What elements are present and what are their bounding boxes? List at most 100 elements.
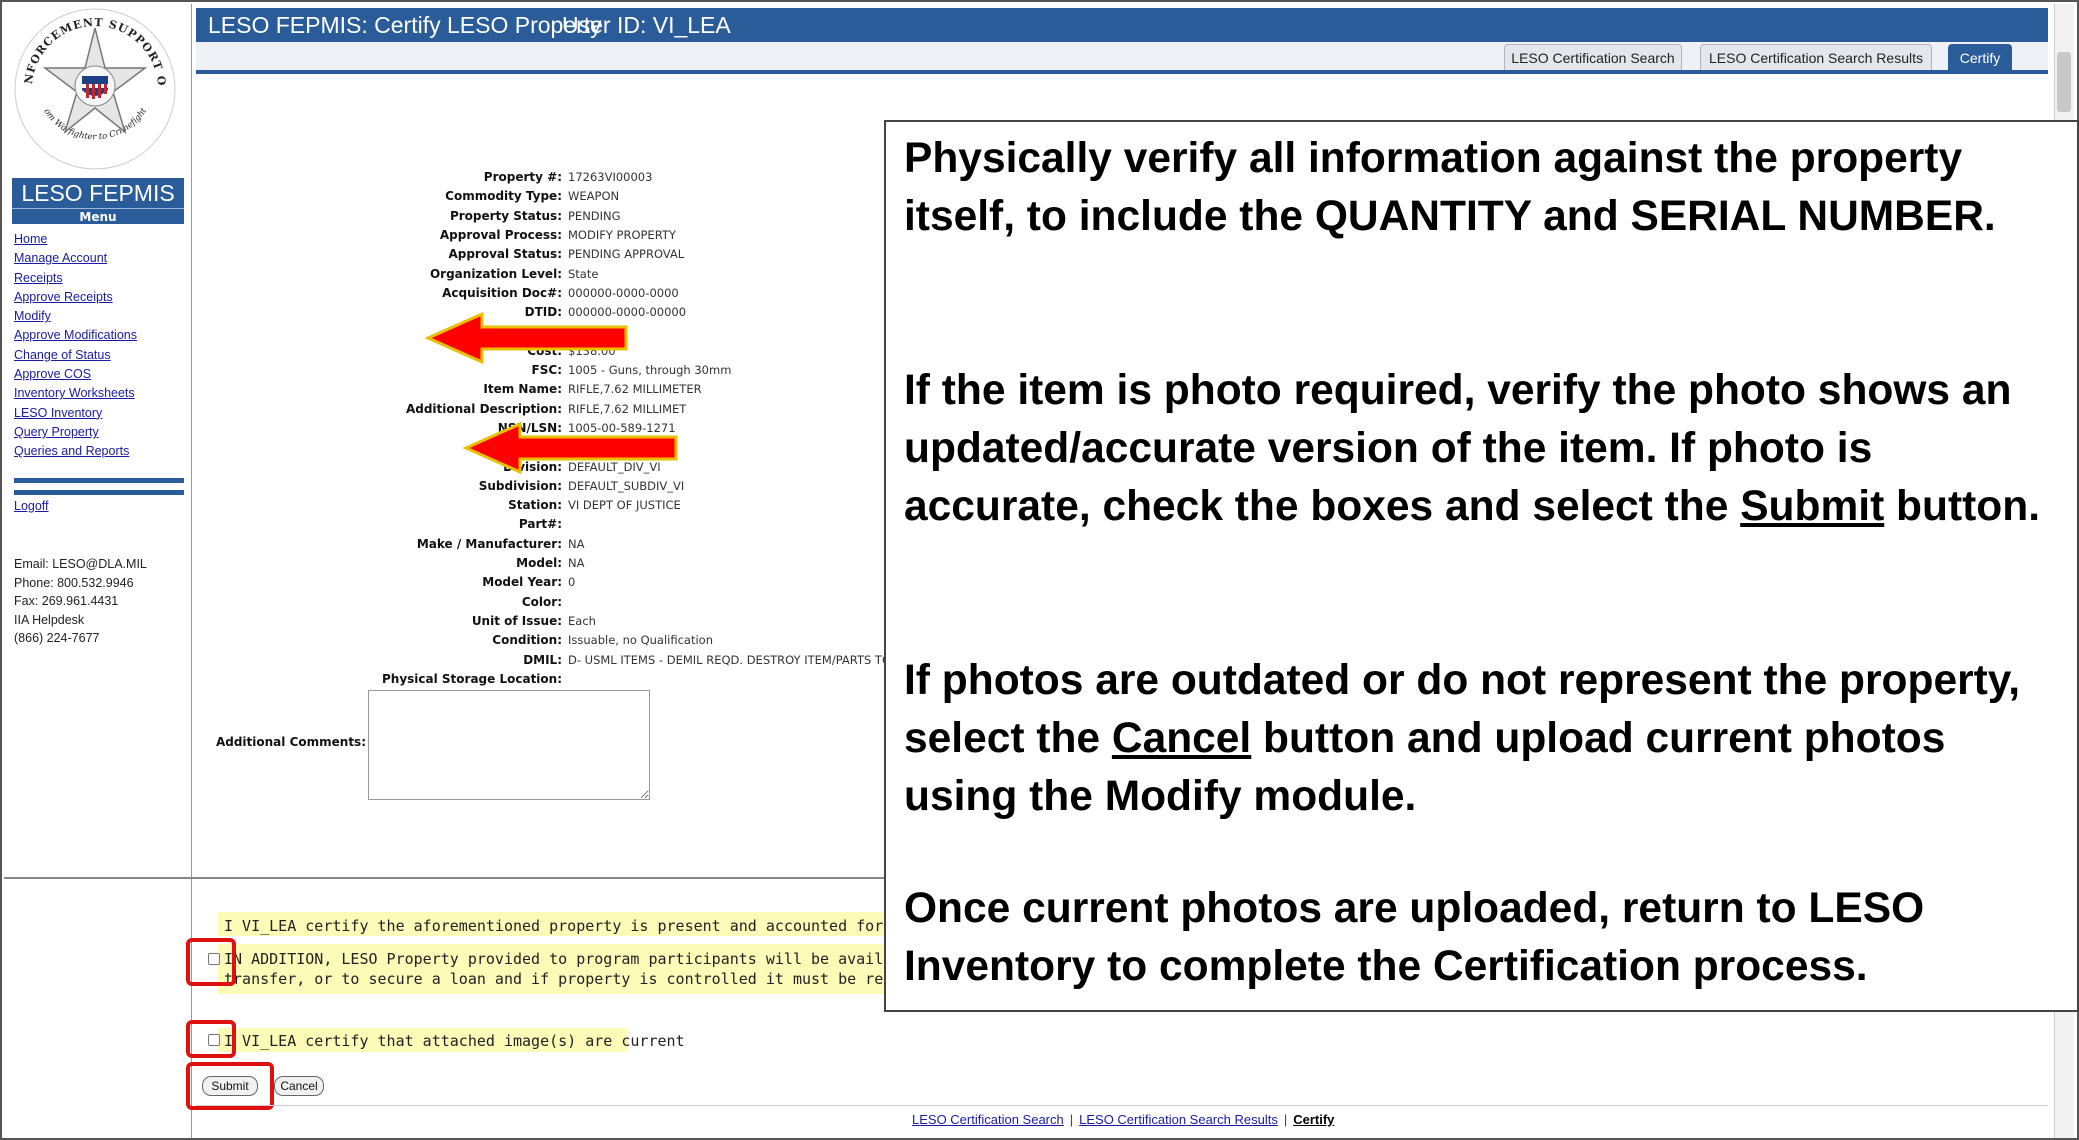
property-value: 17263VI00003 — [568, 170, 653, 184]
cancel-button[interactable]: Cancel — [274, 1076, 324, 1096]
property-value: State — [568, 266, 599, 281]
property-row: Model: NA — [196, 554, 896, 573]
footer-link-certify[interactable]: Certify — [1293, 1112, 1334, 1127]
property-row: Physical Storage Location: — [196, 670, 896, 689]
property-row: Approval Process: MODIFY PROPERTY — [196, 226, 896, 245]
property-label: Acquisition Doc#: — [442, 285, 562, 300]
additional-comments-label: Additional Comments: — [215, 735, 366, 749]
menu-manage-account[interactable]: Manage Account — [14, 249, 190, 268]
property-value: NA — [568, 556, 585, 570]
logoff-link[interactable]: Logoff — [14, 499, 49, 513]
property-label: DMIL: — [523, 652, 562, 667]
tab-underline — [196, 70, 2048, 74]
property-label: Station: — [508, 498, 562, 513]
menu-inventory-worksheets[interactable]: Inventory Worksheets — [14, 384, 190, 403]
property-row: Station: VI DEPT OF JUSTICE — [196, 496, 896, 515]
contact-info: Email: LESO@DLA.MIL Phone: 800.532.9946 … — [14, 555, 147, 648]
property-label: Item Name: — [483, 382, 562, 397]
property-row: DMIL: D- USML ITEMS - DEMIL REQD. DESTROY… — [196, 651, 995, 670]
contact-fax: Fax: 269.961.4431 — [14, 594, 119, 608]
menu-home[interactable]: Home — [14, 230, 190, 249]
contact-email: Email: LESO@DLA.MIL — [14, 557, 147, 571]
contact-phone: Phone: 800.532.9946 — [14, 575, 134, 590]
property-value: PENDING — [568, 208, 621, 223]
property-row: Item Name: RIFLE,7.62 MILLIMETER — [196, 380, 896, 399]
scrollbar-thumb[interactable] — [2057, 52, 2071, 112]
instruction-callout — [884, 120, 2079, 1012]
menu-header: Menu — [12, 208, 184, 224]
callout-verify-text: Physically verify all information agains… — [904, 135, 1996, 240]
menu-divider — [14, 478, 184, 483]
property-row: Make / Manufacturer: NA — [196, 535, 896, 554]
menu-approve-receipts[interactable]: Approve Receipts — [14, 288, 190, 307]
property-label: Model: — [516, 556, 562, 570]
contact-helpdesk: IIA Helpdesk — [14, 612, 85, 627]
property-row: Property Status: PENDING — [196, 207, 896, 226]
property-row: Commodity Type: WEAPON — [196, 187, 896, 206]
submit-highlight-box — [186, 1062, 274, 1110]
additional-comments-textarea[interactable] — [368, 690, 650, 800]
certify-addition-text: IN ADDITION, LESO Property provided to p… — [224, 950, 974, 968]
property-row: Acquisition Doc#: 000000-0000-0000 — [196, 284, 896, 303]
certify-images-current-text: I VI_LEA certify that attached image(s) … — [224, 1032, 685, 1050]
property-row: Subdivision: DEFAULT_SUBDIV_VI — [196, 477, 896, 496]
menu-queries-and-reports[interactable]: Queries and Reports — [14, 442, 190, 461]
page-title: LESO FEPMIS: Certify LESO Property — [208, 12, 602, 38]
footer-separator: | — [1283, 1112, 1288, 1127]
property-value: PENDING APPROVAL — [568, 247, 685, 262]
footer-link-search[interactable]: LESO Certification Search — [912, 1112, 1064, 1127]
property-row: Model Year: 0 — [196, 573, 896, 592]
property-row: Property #: 17263VI00003 — [196, 168, 896, 187]
menu-divider — [14, 490, 184, 495]
property-label: Model Year: — [482, 575, 562, 590]
callout-photo-text-part: button. — [1884, 483, 2040, 530]
property-value: WEAPON — [568, 189, 620, 204]
property-row: Color: — [196, 593, 896, 612]
property-value: RIFLE,7.62 MILLIMET — [568, 401, 687, 416]
property-row: Additional Description: RIFLE,7.62 MILLIM… — [196, 400, 896, 419]
footer-separator: | — [1069, 1112, 1074, 1127]
section-divider — [4, 877, 888, 879]
menu-approve-modifications[interactable]: Approve Modifications — [14, 326, 190, 345]
property-value: DEFAULT_SUBDIV_VI — [568, 478, 685, 493]
property-row: Unit of Issue: Each — [196, 612, 896, 631]
callout-return-text: Once current photos are uploaded, return… — [904, 885, 1925, 990]
menu-query-property[interactable]: Query Property — [14, 423, 190, 442]
callout-submit-ref: Submit — [1740, 483, 1885, 530]
app-name: LESO FEPMIS — [12, 178, 184, 208]
footer-link-results[interactable]: LESO Certification Search Results — [1079, 1112, 1278, 1127]
callout-photo-text: If the item is photo required, verify th… — [904, 362, 2064, 536]
property-value: NA — [568, 536, 585, 551]
callout-cancel-ref: Cancel — [1111, 715, 1252, 762]
menu-modify[interactable]: Modify — [14, 307, 190, 326]
property-row: Condition: Issuable, no Qualification — [196, 631, 896, 650]
property-label: Property Status: — [449, 208, 562, 223]
property-label: Physical Storage Location: — [382, 671, 562, 686]
contact-helpdesk-phone: (866) 224-7677 — [14, 631, 100, 645]
property-value: Issuable, no Qualification — [568, 633, 713, 648]
property-value: Each — [568, 613, 596, 628]
menu-approve-cos[interactable]: Approve COS — [14, 365, 190, 384]
callout-cancel-text: If photos are outdated or do not represe… — [904, 652, 2064, 826]
menu-leso-inventory[interactable]: LESO Inventory — [14, 404, 190, 423]
property-label: Part#: — [518, 517, 562, 532]
property-label: Organization Level: — [429, 266, 562, 281]
menu-receipts[interactable]: Receipts — [14, 269, 190, 288]
tab-certify[interactable]: Certify — [1948, 44, 2012, 70]
tab-leso-certification-search[interactable]: LESO Certification Search — [1504, 44, 1682, 70]
tab-leso-certification-search-results[interactable]: LESO Certification Search Results — [1700, 44, 1932, 70]
property-row: Approval Status: PENDING APPROVAL — [196, 245, 896, 264]
property-value: VI DEPT OF JUSTICE — [568, 498, 681, 513]
sidebar-menu: Home Manage Account Receipts Approve Rec… — [14, 230, 190, 462]
property-label: Make / Manufacturer: — [416, 536, 562, 551]
property-label: Unit of Issue: — [471, 613, 562, 628]
property-value: RIFLE,7.62 MILLIMETER — [568, 382, 702, 397]
property-value: 000000-0000-0000 — [568, 285, 679, 300]
property-value: MODIFY PROPERTY — [568, 227, 676, 242]
property-label: Subdivision: — [478, 478, 562, 493]
property-label: Condition: — [492, 633, 562, 648]
footer-divider — [196, 1105, 2048, 1106]
property-row: Part#: — [196, 515, 896, 534]
leso-seal-logo-icon: LAW ENFORCEMENT SUPPORT OFFICE From Warf… — [10, 6, 176, 170]
menu-change-of-status[interactable]: Change of Status — [14, 346, 190, 365]
